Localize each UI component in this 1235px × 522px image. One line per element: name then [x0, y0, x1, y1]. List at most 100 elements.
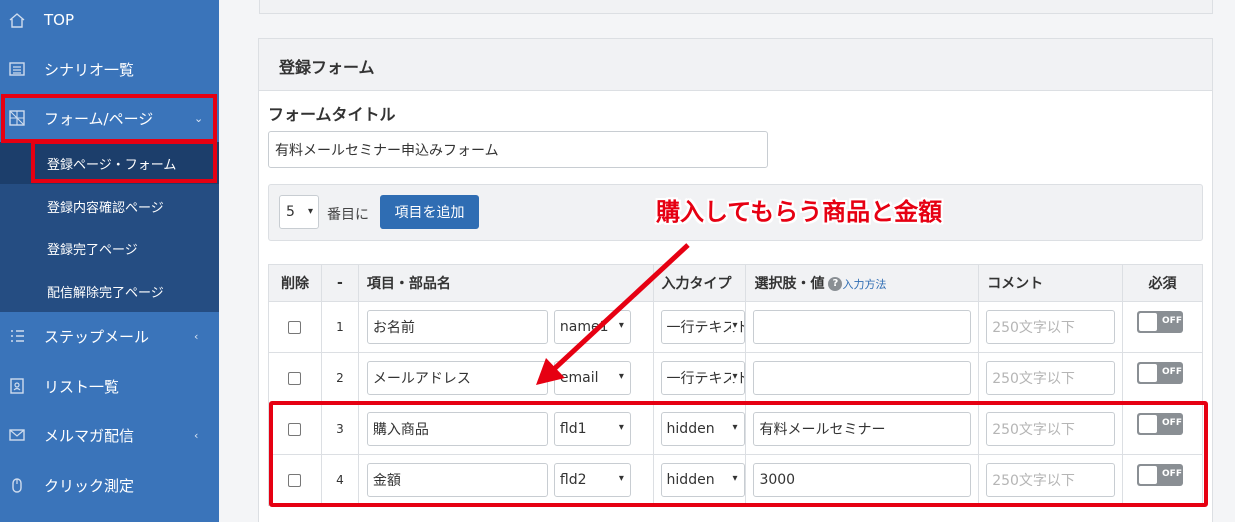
annotation-text: 購入してもらう商品と金額 — [656, 198, 943, 226]
field-select-value: name1 — [559, 319, 609, 335]
previous-card — [259, 0, 1213, 14]
choices-cell: 有料メールセミナー — [745, 403, 980, 455]
item-name-input[interactable]: 金額 — [366, 463, 548, 497]
delete-checkbox[interactable] — [288, 321, 302, 334]
row-number: 2 — [320, 352, 359, 404]
form-title-label: フォームタイトル — [268, 105, 396, 124]
position-select[interactable]: 5 ▾ — [279, 195, 319, 229]
required-toggle[interactable]: OFF — [1137, 413, 1184, 435]
choices-cell: 3000 — [745, 454, 980, 506]
position-select-value: 5 — [286, 204, 295, 220]
chevron-down-icon: ▾ — [307, 206, 313, 217]
choices-value-input[interactable]: 3000 — [753, 463, 972, 497]
mail-icon — [9, 429, 25, 441]
chevron-left-icon: ‹ — [194, 329, 199, 343]
input-type-select[interactable]: 一行テキスト ▾ — [660, 310, 745, 344]
required-toggle[interactable]: OFF — [1137, 362, 1184, 384]
input-type-select[interactable]: hidden ▾ — [660, 412, 745, 446]
sidebar-subitem-unsubscribe-page[interactable]: 配信解除完了ページ — [0, 270, 219, 312]
type-cell: 一行テキスト ▾ — [652, 301, 747, 353]
header-index: - — [320, 264, 359, 302]
item-name-input[interactable]: 購入商品 — [366, 412, 548, 446]
sidebar: TOP シナリオ一覧 フォーム/ページ ⌄ 登録ページ・フォーム 登録内容確認ペ… — [0, 0, 219, 522]
mouse-icon — [12, 478, 22, 493]
add-item-button[interactable]: 項目を追加 — [380, 195, 479, 229]
comment-cell: 250文字以下 — [978, 301, 1124, 353]
sidebar-item-top[interactable]: TOP — [0, 0, 219, 45]
delete-checkbox[interactable] — [288, 372, 302, 385]
header-comment: コメント — [978, 264, 1124, 302]
required-cell: OFF — [1122, 352, 1203, 404]
sidebar-subitem-label: 登録完了ページ — [47, 242, 138, 258]
required-toggle[interactable]: OFF — [1137, 311, 1184, 333]
delete-checkbox[interactable] — [288, 423, 302, 436]
choices-value-input[interactable] — [753, 310, 972, 344]
comment-input[interactable]: 250文字以下 — [986, 463, 1116, 497]
field-select[interactable]: fld2 ▾ — [553, 463, 631, 497]
chevron-down-icon: ▾ — [730, 371, 738, 382]
item-cell: 金額 fld2 ▾ — [357, 454, 654, 506]
sidebar-item-list[interactable]: リスト一覧 — [0, 361, 219, 411]
item-name-input[interactable]: お名前 — [366, 310, 548, 344]
comment-input[interactable]: 250文字以下 — [986, 310, 1116, 344]
form-title-input[interactable]: 有料メールセミナー申込みフォーム — [268, 131, 768, 168]
comment-input[interactable]: 250文字以下 — [986, 361, 1116, 395]
sidebar-subitem-complete-page[interactable]: 登録完了ページ — [0, 227, 219, 269]
item-cell: 購入商品 fld1 ▾ — [357, 403, 654, 455]
header-type: 入力タイプ — [652, 264, 747, 302]
sidebar-subitem-confirm-page[interactable]: 登録内容確認ページ — [0, 185, 219, 227]
field-select-value: fld2 — [559, 472, 587, 488]
type-cell: hidden ▾ — [652, 454, 747, 506]
field-select[interactable]: name1 ▾ — [553, 310, 631, 344]
input-type-select[interactable]: hidden ▾ — [660, 463, 745, 497]
sidebar-item-click-tracking[interactable]: クリック測定 — [0, 460, 219, 510]
header-choices: 選択肢・値? 入力方法 — [745, 264, 980, 302]
required-cell: OFF — [1122, 301, 1203, 353]
comment-cell: 250文字以下 — [978, 454, 1124, 506]
chevron-down-icon: ▾ — [730, 422, 738, 433]
field-select[interactable]: fld1 ▾ — [553, 412, 631, 446]
table-header-row: 削除 - 項目・部品名 入力タイプ 選択肢・値? 入力方法 コメント 必須 — [268, 264, 1203, 302]
sidebar-item-newsletter[interactable]: メルマガ配信 ‹ — [0, 410, 219, 460]
comment-input[interactable]: 250文字以下 — [986, 412, 1116, 446]
toggle-label: OFF — [1162, 418, 1182, 428]
input-type-value: hidden — [666, 472, 715, 488]
delete-cell — [268, 403, 322, 455]
field-select-value: email — [559, 370, 599, 386]
choices-value-input[interactable] — [753, 361, 972, 395]
table-row: 3 購入商品 fld1 ▾ hidden ▾ 有料メールセミナー 250文字以下 O… — [268, 403, 1203, 455]
choices-value-input[interactable]: 有料メールセミナー — [753, 412, 972, 446]
sidebar-item-scenario-list[interactable]: シナリオ一覧 — [0, 44, 219, 94]
question-icon[interactable]: ? — [828, 277, 843, 291]
header-delete: 削除 — [268, 264, 322, 302]
steps-icon — [11, 330, 24, 342]
input-type-select[interactable]: 一行テキスト ▾ — [660, 361, 745, 395]
chevron-down-icon: ▾ — [616, 371, 624, 382]
type-cell: 一行テキスト ▾ — [652, 352, 747, 404]
row-number: 3 — [320, 403, 359, 455]
sidebar-item-step-mail[interactable]: ステップメール ‹ — [0, 311, 219, 361]
choices-cell — [745, 301, 980, 353]
sidebar-subitem-label: 登録内容確認ページ — [47, 200, 164, 216]
chevron-down-icon: ▾ — [616, 320, 624, 331]
delete-checkbox[interactable] — [288, 474, 302, 487]
item-cell: メールアドレス email ▾ — [357, 352, 654, 404]
chevron-left-icon: ‹ — [194, 428, 199, 442]
field-select[interactable]: email ▾ — [553, 361, 631, 395]
sidebar-item-label: ステップメール — [44, 327, 150, 346]
header-choices-label: 選択肢・値 — [754, 276, 825, 292]
list-icon — [9, 62, 25, 76]
required-cell: OFF — [1122, 454, 1203, 506]
sidebar-item-label: クリック測定 — [44, 476, 135, 495]
input-method-link[interactable]: 入力方法 — [842, 278, 886, 291]
header-required: 必須 — [1122, 264, 1203, 302]
item-name-input[interactable]: メールアドレス — [366, 361, 548, 395]
form-items-table: 削除 - 項目・部品名 入力タイプ 選択肢・値? 入力方法 コメント 必須 1 お… — [268, 264, 1203, 506]
sidebar-item-label: リスト一覧 — [44, 377, 120, 396]
required-toggle[interactable]: OFF — [1137, 464, 1184, 486]
comment-cell: 250文字以下 — [978, 352, 1124, 404]
card-header: 登録フォーム — [259, 39, 1212, 91]
sidebar-item-label: TOP — [44, 11, 75, 29]
toggle-knob — [1139, 415, 1158, 433]
table-row: 4 金額 fld2 ▾ hidden ▾ 3000 250文字以下 OFF — [268, 454, 1203, 506]
